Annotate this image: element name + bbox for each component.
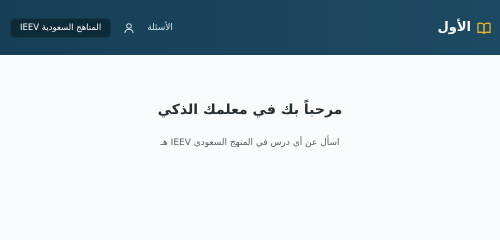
header-nav: الأسئلة المناهج السعودية IEEV xyxy=(10,17,173,38)
main-content: مرحباً بك في معلمك الذكي اسأل عن أي درس … xyxy=(0,55,500,215)
nav-questions-link[interactable]: الأسئلة xyxy=(147,23,173,33)
open-book-icon xyxy=(477,22,491,34)
brand-title: الأول xyxy=(437,20,472,35)
welcome-title: مرحباً بك في معلمك الذكي xyxy=(157,102,343,118)
brand-logo[interactable]: الأول xyxy=(438,20,492,35)
curriculum-button[interactable]: المناهج السعودية IEEV xyxy=(10,17,112,38)
user-icon[interactable] xyxy=(123,22,135,34)
top-header: الأول الأسئلة المناهج السعودية IEEV xyxy=(0,0,500,55)
welcome-subtitle: اسأل عن أي درس في المنهج السعودي IEEV هـ xyxy=(160,138,340,148)
app-page: الأول الأسئلة المناهج السعودية IEEV مرحب… xyxy=(0,0,500,215)
